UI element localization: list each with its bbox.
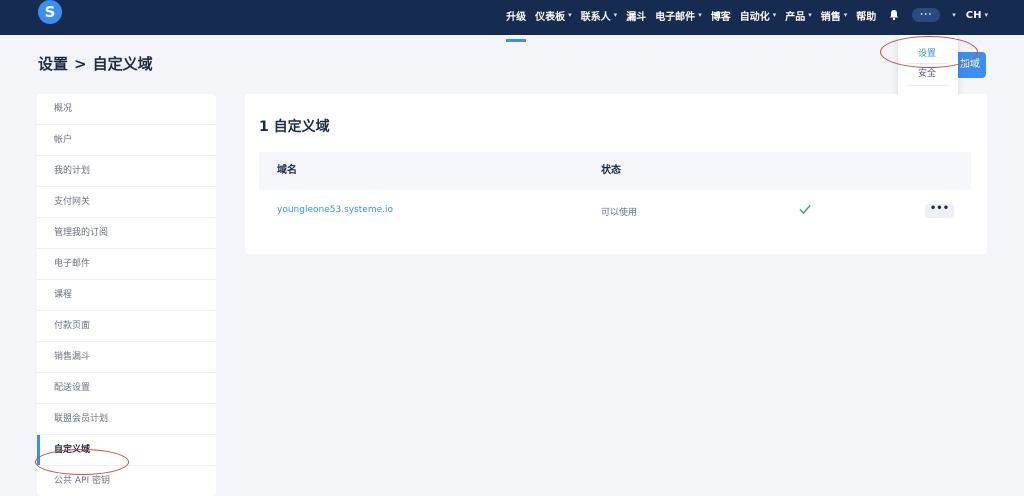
nav-automation[interactable]: 自动化 ▾	[740, 8, 777, 23]
sidebar-item-payment-pages[interactable]: 付款页面	[37, 311, 216, 342]
sidebar-item-account[interactable]: 帐户	[37, 125, 216, 156]
avatar-chevron[interactable]: ▾	[949, 11, 956, 19]
nav-label: 自动化	[739, 11, 770, 23]
nav-dashboard[interactable]: 仪表板 ▾	[535, 8, 572, 23]
systeme-logo[interactable]: S	[38, 0, 62, 24]
sidebar-item-public-api-key[interactable]: 公共 API 密钥	[37, 466, 216, 496]
nav-label: 升级	[506, 11, 527, 23]
avatar-pattern: •••	[919, 12, 933, 18]
bell-icon[interactable]	[888, 9, 900, 21]
nav-help[interactable]: 帮助	[856, 8, 876, 23]
sidebar-item-my-plan[interactable]: 我的计划	[37, 156, 216, 187]
divider	[908, 63, 948, 64]
breadcrumb-separator: >	[74, 55, 87, 73]
nav-label: 帮助	[856, 11, 877, 23]
nav-label: 销售	[820, 11, 841, 23]
chevron-down-icon: ▾	[808, 11, 812, 19]
language-label: CH	[965, 9, 982, 21]
avatar[interactable]: •••	[912, 8, 941, 22]
settings-sidebar: 概况 帐户 我的计划 支付网关 管理我的订阅 电子邮件 课程 付款页面 销售漏斗…	[37, 94, 216, 496]
chevron-down-icon: ▾	[698, 11, 702, 19]
chevron-down-icon: ▾	[843, 11, 848, 19]
chevron-down-icon: ▾	[984, 11, 988, 19]
sidebar-item-shipping[interactable]: 配送设置	[37, 373, 216, 404]
sidebar-item-email[interactable]: 电子邮件	[37, 249, 216, 280]
status-text: 可以使用	[601, 208, 638, 218]
panel-title: 1 自定义域	[259, 119, 330, 135]
chevron-down-icon: ▾	[613, 11, 618, 19]
sidebar-item-courses[interactable]: 课程	[37, 280, 216, 311]
main-nav: 升级 仪表板 ▾ 联系人 ▾ 漏斗 电子邮件 ▾ 博客 自动化 ▾ 产品 ▾ 销售 ▾ 帮助…	[497, 0, 988, 42]
chevron-down-icon: ▾	[568, 11, 572, 19]
menu-item-security[interactable]: 安全	[918, 66, 936, 79]
more-actions-button[interactable]: •••	[925, 204, 954, 218]
nav-contacts[interactable]: 联系人 ▾	[581, 8, 618, 23]
sidebar-item-affiliate-program[interactable]: 联盟会员计划	[37, 404, 216, 435]
domain-link[interactable]: youngleone53.systeme.io	[277, 205, 393, 215]
sidebar-item-custom-domains[interactable]: 自定义域	[37, 435, 216, 466]
custom-domains-panel: 1 自定义域 域名 状态 youngleone53.systeme.io 可以使…	[245, 94, 987, 254]
nav-label: 联系人	[580, 11, 611, 23]
nav-sales[interactable]: 销售 ▾	[821, 8, 848, 23]
nav-funnels[interactable]: 漏斗	[626, 8, 646, 23]
sidebar-item-sales-funnels[interactable]: 销售漏斗	[37, 342, 216, 373]
menu-item-settings[interactable]: 设置	[918, 46, 936, 59]
sidebar-item-payment-gateways[interactable]: 支付网关	[37, 187, 216, 218]
column-header-status: 状态	[601, 165, 621, 176]
nav-emails[interactable]: 电子邮件 ▾	[655, 8, 702, 23]
nav-upgrade[interactable]: 升级	[506, 8, 527, 42]
sidebar-item-overview[interactable]: 概况	[37, 94, 216, 125]
nav-blog[interactable]: 博客	[711, 8, 731, 23]
nav-label: 漏斗	[626, 11, 647, 23]
top-navigation-bar: S 升级 仪表板 ▾ 联系人 ▾ 漏斗 电子邮件 ▾ 博客 自动化 ▾ 产品 ▾ 销售 ▾ …	[0, 0, 1024, 42]
breadcrumb-current: 自定义域	[92, 55, 153, 73]
sidebar-item-manage-subscriptions[interactable]: 管理我的订阅	[37, 218, 216, 249]
check-icon	[799, 205, 811, 215]
nav-label: 电子邮件	[655, 11, 696, 23]
nav-label: 博客	[710, 11, 731, 23]
language-switcher[interactable]: CH ▾	[966, 10, 988, 21]
nav-label: 仪表板	[535, 11, 566, 23]
breadcrumb-root[interactable]: 设置	[38, 55, 68, 73]
chevron-down-icon: ▾	[952, 11, 956, 19]
chevron-down-icon: ▾	[772, 11, 777, 19]
table-header: 域名 状态	[259, 152, 971, 190]
column-header-domain: 域名	[277, 165, 297, 176]
divider	[908, 85, 948, 86]
breadcrumb: 设置 > 自定义域	[38, 53, 153, 74]
nav-products[interactable]: 产品 ▾	[785, 8, 812, 23]
add-domain-button-label: 加域	[960, 59, 980, 70]
nav-label: 产品	[785, 11, 806, 23]
